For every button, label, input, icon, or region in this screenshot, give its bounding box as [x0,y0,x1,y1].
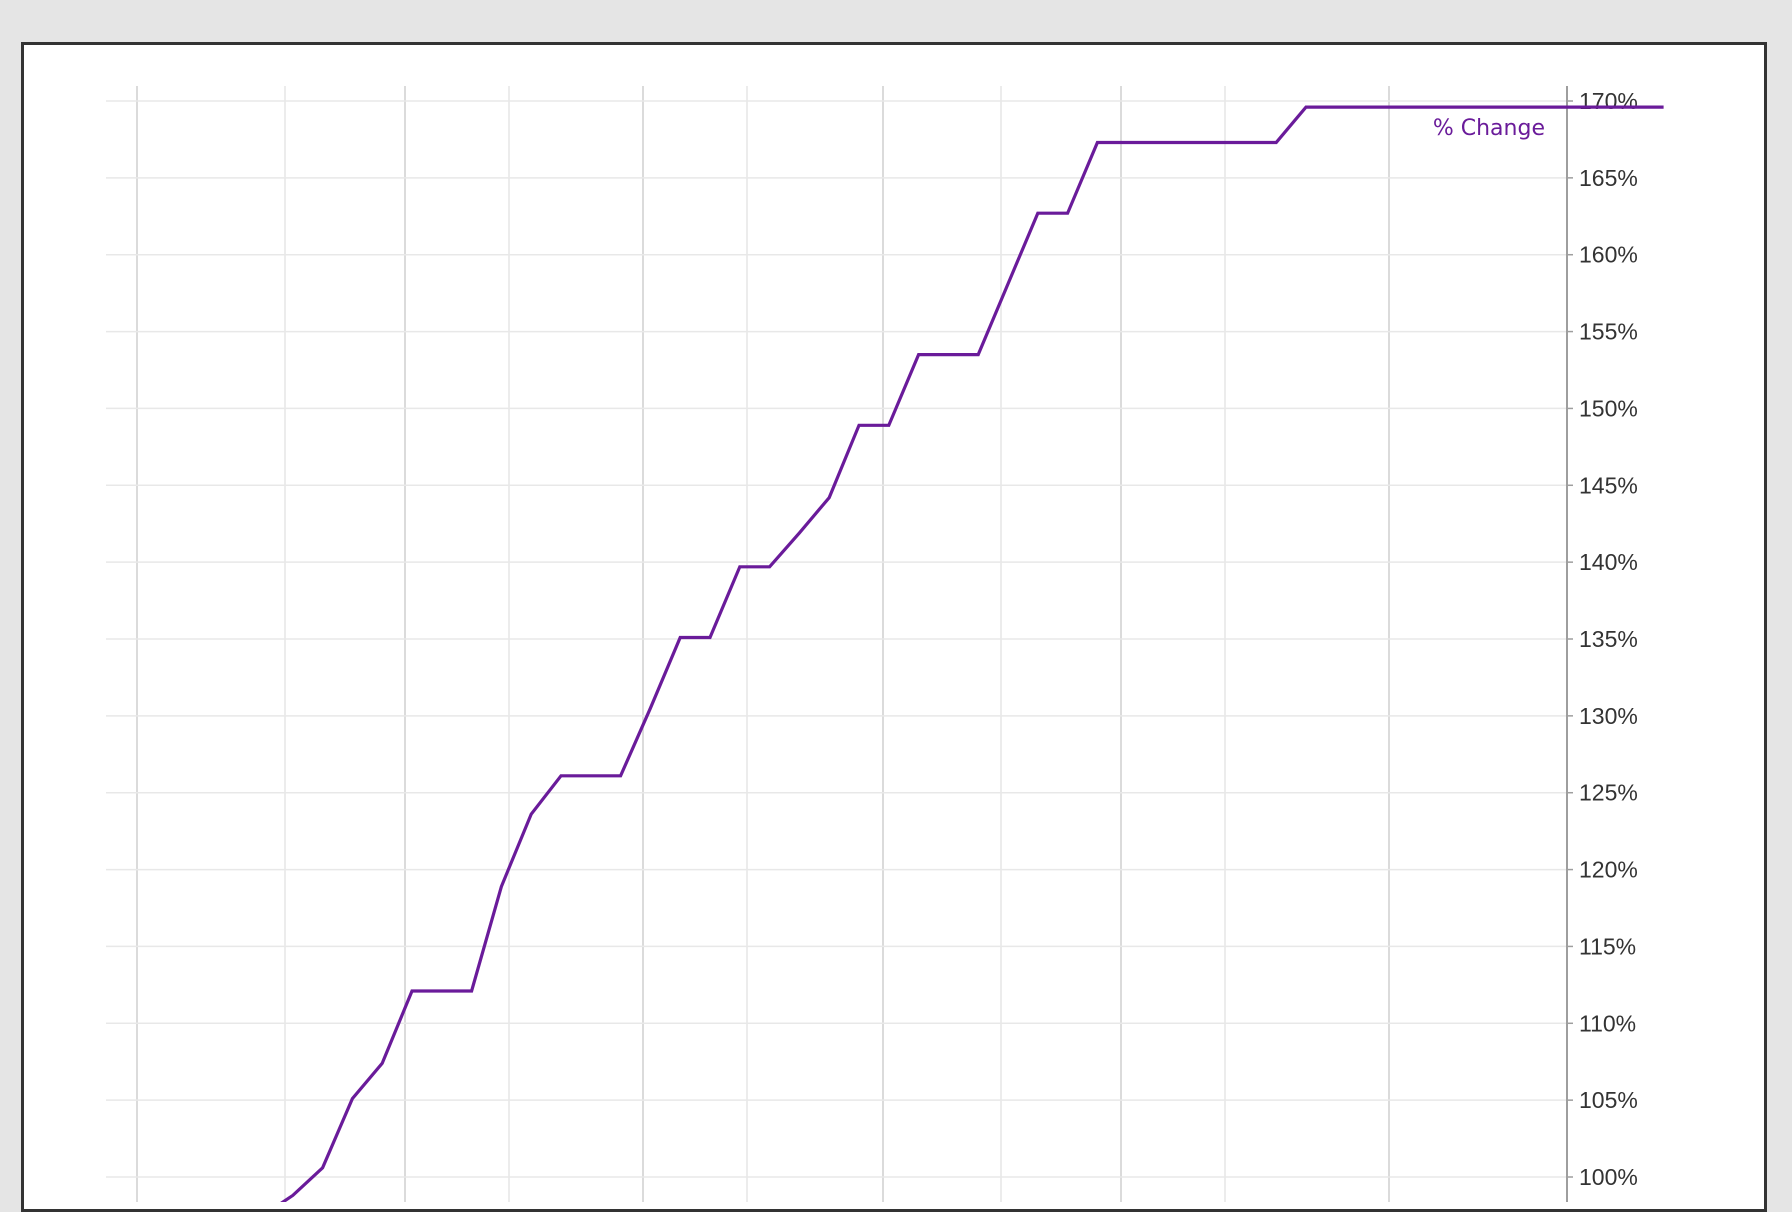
series-label: % Change [1433,116,1545,141]
chart: 100% 105% 110% 115% 120% 125% 130% 135% 140% 145%… [106,86,1664,1202]
series-layer [280,105,1664,1202]
y-tick-label: 115% [1579,933,1636,959]
y-tick-label: 105% [1579,1087,1638,1113]
y-tick-label: 155% [1579,319,1638,345]
series-line [280,105,1664,1202]
y-tick-label: 120% [1579,857,1638,883]
y-tick-label: 135% [1579,626,1638,652]
y-tick-label: 160% [1579,242,1638,268]
y-tick-label: 150% [1579,395,1638,421]
y-tick-label: 100% [1579,1164,1638,1190]
y-tick-label: 145% [1579,472,1638,498]
y-tick-label: 110% [1579,1010,1636,1036]
y-axis: 100% 105% 110% 115% 120% 125% 130% 135% 140% 145%… [1566,86,1638,1202]
y-tick-label: 170% [1579,88,1638,114]
y-tick-label: 140% [1579,549,1638,575]
y-tick-label: 125% [1579,780,1638,806]
grid-lines [106,86,1567,1202]
y-tick-label: 165% [1579,165,1638,191]
y-tick-label: 130% [1579,703,1638,729]
